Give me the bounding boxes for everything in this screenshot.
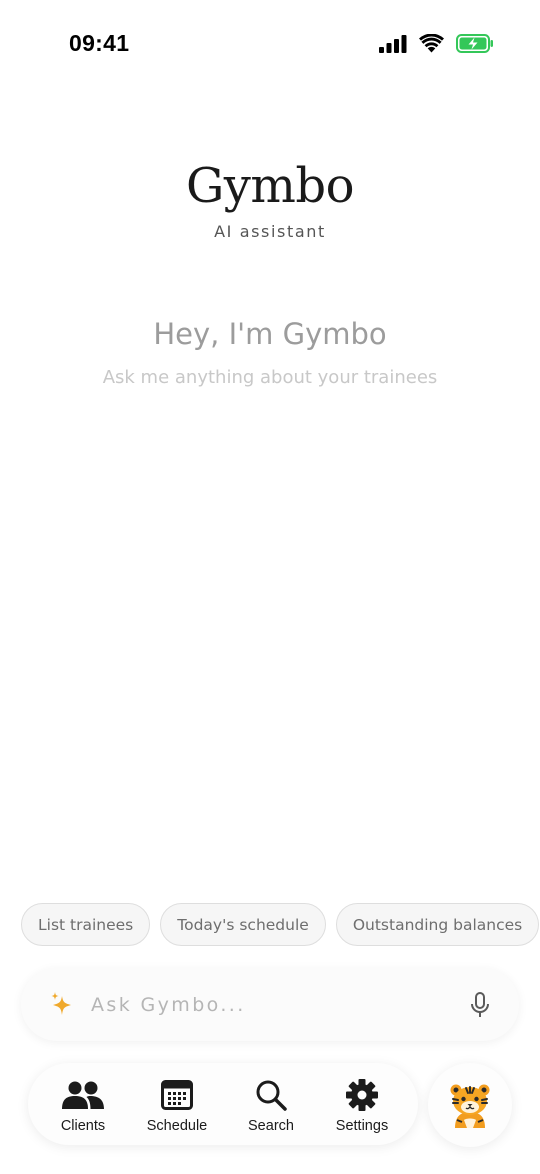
nav-item-search[interactable]: Search: [226, 1063, 316, 1145]
cellular-signal-icon: [379, 34, 407, 53]
status-bar: 09:41: [0, 0, 540, 88]
app-title: Gymbo: [185, 158, 355, 214]
greeting-title: Hey, I'm Gymbo: [153, 317, 387, 351]
greeting-subtitle: Ask me anything about your trainees: [102, 367, 438, 388]
gear-icon: [346, 1079, 378, 1111]
nav-label-settings: Settings: [335, 1118, 389, 1134]
status-icons: [379, 34, 494, 53]
status-time: 09:41: [69, 30, 130, 56]
microphone-icon[interactable]: [469, 992, 491, 1018]
chip-list-trainees[interactable]: List trainees: [21, 903, 151, 946]
battery-charging-icon: [456, 34, 493, 53]
ask-input[interactable]: [91, 986, 451, 1024]
nav-label-schedule: Schedule: [146, 1118, 208, 1134]
nav-item-clients[interactable]: Clients: [38, 1063, 128, 1145]
suggestion-chips: List trainees Today's schedule Outstanding…: [21, 903, 540, 947]
calendar-icon: [161, 1080, 193, 1110]
chip-outstanding-balances[interactable]: Outstanding balances: [335, 903, 540, 946]
nav-label-clients: Clients: [60, 1118, 106, 1134]
ask-bar: [21, 968, 519, 1041]
chip-todays-schedule[interactable]: Today's schedule: [160, 903, 326, 946]
sparkle-icon: [51, 992, 71, 1015]
nav-item-schedule[interactable]: Schedule: [132, 1063, 222, 1145]
bottom-nav: Clients Schedule Search Settings: [28, 1063, 418, 1145]
tiger-icon: [450, 1084, 490, 1128]
wifi-icon: [419, 34, 444, 53]
mascot-button[interactable]: [428, 1063, 512, 1147]
nav-label-search: Search: [248, 1118, 294, 1134]
search-icon: [256, 1080, 287, 1111]
clients-icon: [62, 1081, 104, 1109]
app-subtitle: AI assistant: [214, 222, 326, 241]
nav-item-settings[interactable]: Settings: [317, 1063, 407, 1145]
